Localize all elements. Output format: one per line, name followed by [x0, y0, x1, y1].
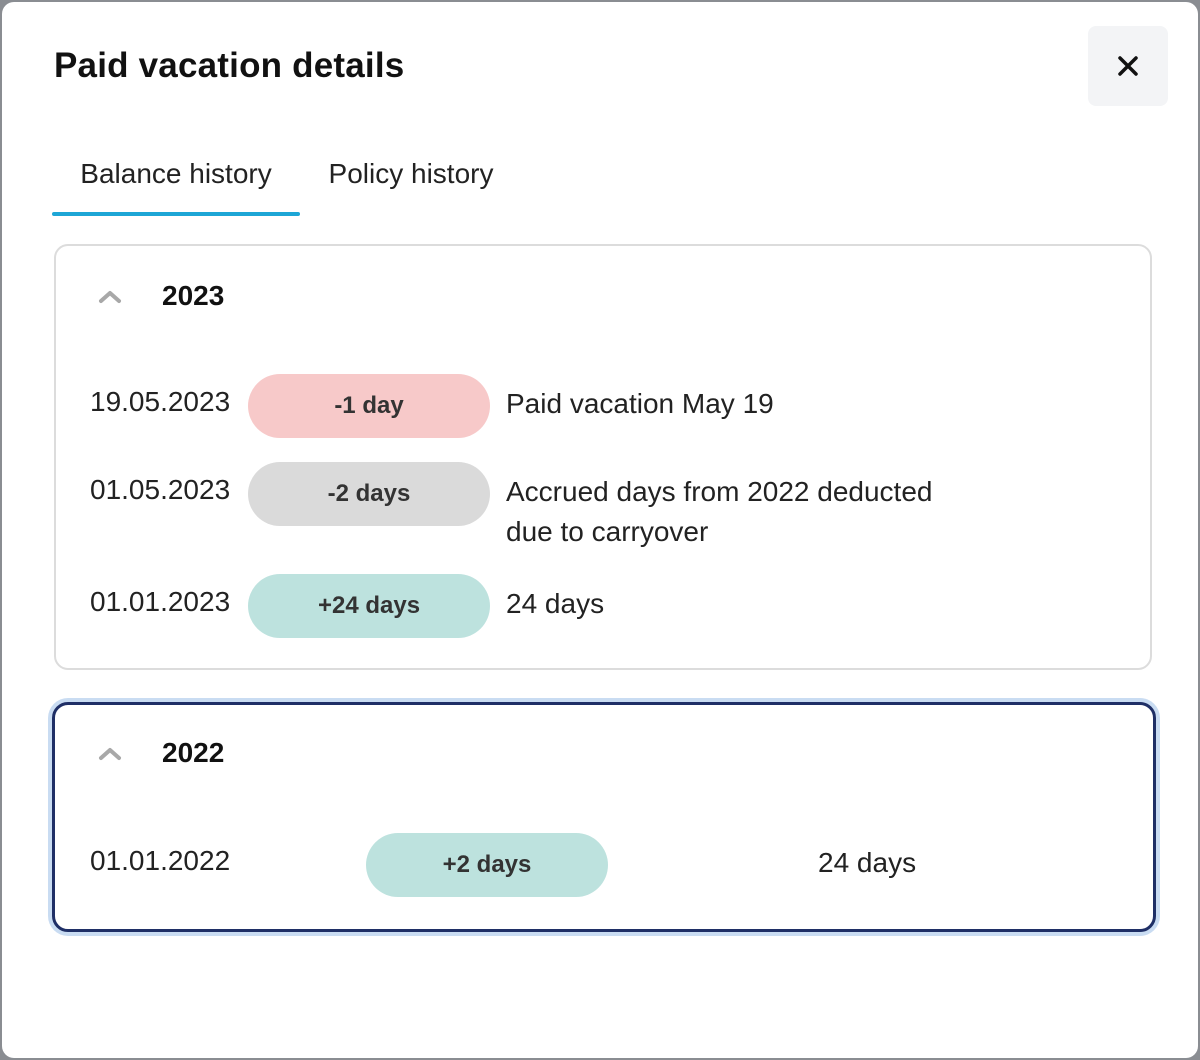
year-section-2022[interactable]: 2022 01.01.2022 +2 days 24 days	[52, 702, 1156, 932]
entry-description-line: Paid vacation May 19	[506, 388, 774, 419]
tab-policy-history[interactable]: Policy history	[300, 142, 522, 218]
year-label: 2022	[162, 737, 225, 768]
year-label: 2023	[162, 280, 225, 311]
entry-description-line: due to carryover	[506, 516, 709, 547]
entry-description-line: 24 days	[818, 847, 917, 878]
entry-description: 24 days	[506, 584, 604, 624]
entry-description-line: 24 days	[506, 588, 605, 619]
chevron-up-icon	[92, 735, 128, 771]
chevron-up-icon	[92, 278, 128, 314]
change-badge: -2 days	[248, 462, 490, 526]
tab-balance-history[interactable]: Balance history	[52, 142, 300, 218]
paid-vacation-dialog: Paid vacation details Balance history Po…	[2, 2, 1198, 1058]
year-toggle-2022[interactable]: 2022	[92, 735, 224, 771]
change-badge-text: -1 day	[334, 392, 404, 419]
change-badge: -1 day	[248, 374, 490, 438]
change-badge: +24 days	[248, 574, 490, 638]
entry-date: 01.01.2023	[90, 586, 231, 617]
close-icon	[1118, 56, 1138, 76]
dialog-title: Paid vacation details	[54, 46, 405, 85]
change-badge-text: +24 days	[317, 592, 421, 619]
entry-description: Paid vacation May 19	[506, 384, 774, 424]
change-badge: +2 days	[366, 833, 608, 897]
entry-description-line: Accrued days from 2022 deducted	[506, 476, 933, 507]
close-button[interactable]	[1088, 26, 1168, 106]
entry-description: 24 days	[818, 843, 916, 883]
change-badge-text: -2 days	[327, 480, 411, 507]
year-toggle-2023[interactable]: 2023	[92, 278, 224, 314]
year-section-2023: 2023 19.05.2023 -1 day Paid vacation May…	[54, 244, 1152, 670]
entry-date: 01.01.2022	[90, 845, 231, 876]
entry-description: Accrued days from 2022 deducted due to c…	[506, 472, 932, 552]
active-tab-indicator	[52, 212, 300, 216]
change-badge-text: +2 days	[442, 851, 532, 878]
entry-date: 01.05.2023	[90, 474, 231, 505]
entry-date: 19.05.2023	[90, 386, 231, 417]
